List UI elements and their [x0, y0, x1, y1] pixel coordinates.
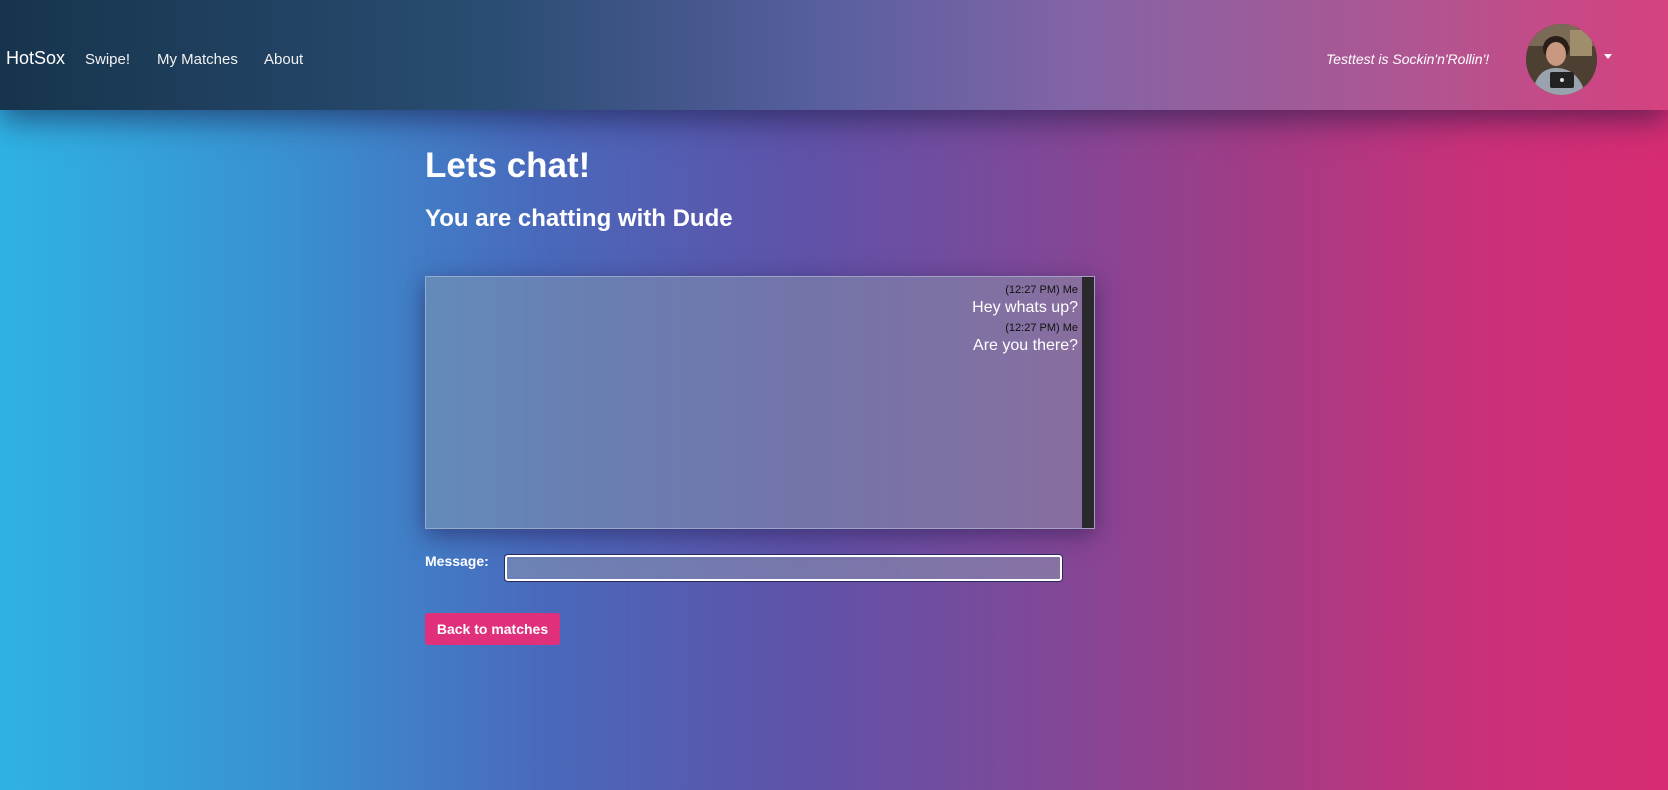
user-greeting: Testtest is Sockin'n'Rollin'!	[1326, 51, 1490, 67]
message-item: (12:27 PM) Me Hey whats up?	[972, 283, 1078, 319]
user-menu-dropdown-icon[interactable]	[1604, 54, 1612, 59]
message-input[interactable]	[505, 555, 1062, 581]
chat-partner-heading: You are chatting with Dude	[425, 205, 733, 232]
page-title: Lets chat!	[425, 146, 591, 185]
message-list: (12:27 PM) Me Hey whats up? (12:27 PM) M…	[972, 281, 1078, 357]
message-timestamp-sender: (12:27 PM) Me	[1005, 284, 1078, 296]
message-text: Are you there?	[973, 337, 1078, 354]
nav-link-about[interactable]: About	[264, 51, 303, 68]
message-timestamp-sender: (12:27 PM) Me	[1005, 322, 1078, 334]
back-to-matches-button[interactable]: Back to matches	[425, 613, 560, 645]
message-label: Message:	[425, 553, 489, 569]
nav-link-swipe[interactable]: Swipe!	[85, 51, 130, 68]
brand-logo-link[interactable]: HotSox	[6, 48, 65, 69]
nav-link-my-matches[interactable]: My Matches	[157, 51, 238, 68]
chat-scrollbar[interactable]	[1082, 277, 1094, 528]
message-text: Hey whats up?	[972, 299, 1078, 316]
avatar-photo-icon	[1526, 24, 1597, 95]
message-item: (12:27 PM) Me Are you there?	[972, 321, 1078, 357]
chat-messages-panel[interactable]: (12:27 PM) Me Hey whats up? (12:27 PM) M…	[425, 276, 1095, 529]
top-navbar: HotSox Swipe! My Matches About Testtest …	[0, 0, 1668, 110]
user-avatar[interactable]	[1526, 24, 1597, 95]
